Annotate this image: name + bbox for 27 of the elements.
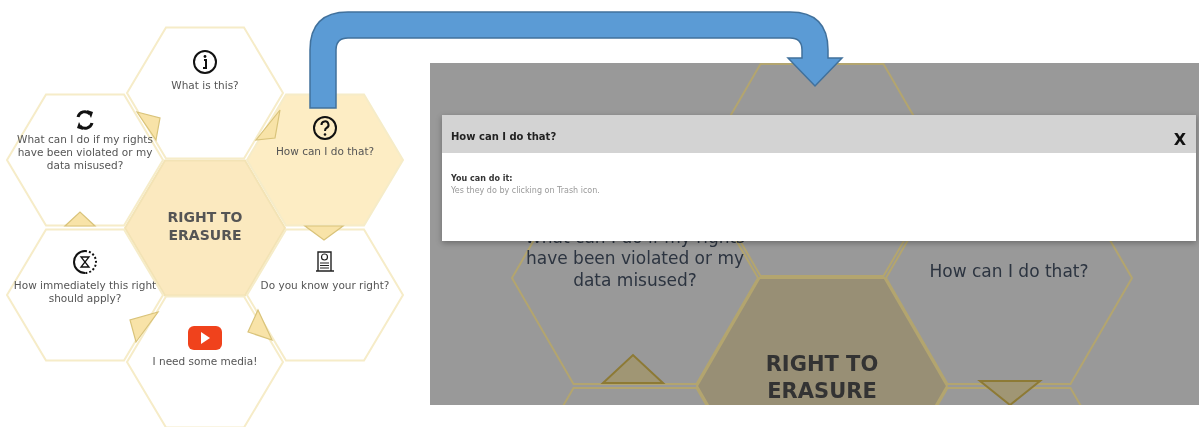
- help-icon: [312, 115, 338, 141]
- modal-title: How can I do that?: [451, 129, 557, 144]
- hexagon-tile[interactable]: [125, 295, 285, 427]
- close-button[interactable]: X: [1173, 132, 1186, 148]
- tile-label: What is this?: [171, 79, 239, 93]
- modal-heading: You can do it:: [451, 173, 514, 185]
- hexagon-tile[interactable]: [245, 93, 405, 227]
- hourglass-icon: [72, 249, 98, 275]
- pointer-triangle: [977, 380, 1043, 405]
- info-icon: [192, 49, 218, 75]
- pointer-triangle: [303, 225, 345, 241]
- tile-label: I need some media!: [152, 355, 258, 369]
- tile-label: How can I do that?: [928, 261, 1090, 283]
- center-title: RIGHT TO ERASURE: [166, 208, 244, 245]
- tile-label: Do you know your right?: [260, 279, 390, 293]
- tile-label: How immediately this right should apply?: [12, 279, 158, 306]
- pointer-triangle: [129, 310, 160, 344]
- modal-text: Yes they do by clicking on Trash icon.: [451, 185, 601, 197]
- pointer-triangle: [600, 353, 666, 384]
- tile-label: What can I do if my rights have been violated or my data misused?: [16, 133, 154, 173]
- pointer-triangle: [247, 308, 274, 341]
- center-title: RIGHT TO ERASURE: [764, 351, 880, 405]
- tile-label: How can I do that?: [275, 145, 375, 159]
- hexagon-tile[interactable]: [5, 93, 165, 227]
- pointer-triangle: [254, 109, 281, 141]
- pointer-triangle: [63, 211, 97, 227]
- play-icon: [187, 325, 223, 351]
